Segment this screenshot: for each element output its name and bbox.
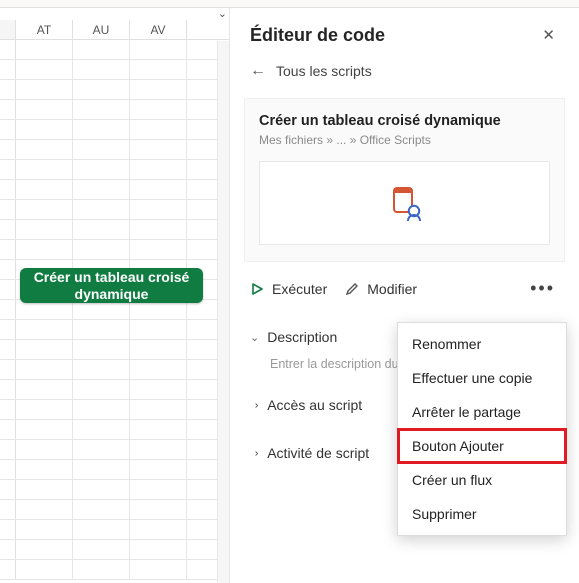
- grid-row[interactable]: [0, 100, 229, 120]
- grid-row[interactable]: [0, 60, 229, 80]
- button-label: Créer un tableau croisé dynamique: [28, 269, 195, 301]
- script-thumbnail: [259, 161, 550, 245]
- window-top-strip: [0, 0, 579, 8]
- menu-delete[interactable]: Supprimer: [398, 497, 566, 531]
- script-card: Créer un tableau croisé dynamique Mes fi…: [244, 98, 565, 262]
- more-options-button[interactable]: •••: [524, 276, 561, 301]
- select-all-corner[interactable]: [0, 20, 16, 39]
- grid-row[interactable]: [0, 320, 229, 340]
- chevron-down-icon: ⌄: [250, 331, 259, 344]
- close-icon[interactable]: ✕: [538, 22, 559, 48]
- section-label: Description: [267, 329, 337, 345]
- column-header[interactable]: AU: [73, 20, 130, 39]
- chevron-right-icon: ⌄: [248, 400, 261, 409]
- spreadsheet-area: ⌄ AT AU AV: [0, 8, 230, 583]
- grid-row[interactable]: [0, 120, 229, 140]
- script-title: Créer un tableau croisé dynamique: [259, 113, 550, 129]
- grid-row[interactable]: [0, 540, 229, 560]
- section-label: Activité de script: [267, 445, 369, 461]
- menu-create-flow[interactable]: Créer un flux: [398, 463, 566, 497]
- grid-row[interactable]: [0, 440, 229, 460]
- action-bar: Exécuter Modifier •••: [230, 262, 579, 313]
- grid-row[interactable]: [0, 480, 229, 500]
- grid-row[interactable]: [0, 80, 229, 100]
- pencil-icon: [345, 282, 359, 296]
- menu-make-copy[interactable]: Effectuer une copie: [398, 361, 566, 395]
- grid-row[interactable]: [0, 160, 229, 180]
- panel-title: Éditeur de code: [250, 25, 385, 46]
- grid-row[interactable]: [0, 520, 229, 540]
- menu-add-button[interactable]: Bouton Ajouter: [398, 429, 566, 463]
- grid-row[interactable]: [0, 220, 229, 240]
- column-header[interactable]: AT: [16, 20, 73, 39]
- section-label: Accès au script: [267, 397, 362, 413]
- grid-row[interactable]: [0, 240, 229, 260]
- run-script-sheet-button[interactable]: Créer un tableau croisé dynamique: [20, 268, 203, 303]
- grid-row[interactable]: [0, 380, 229, 400]
- breadcrumb: Mes fichiers » ... » Office Scripts: [259, 133, 550, 147]
- edit-button[interactable]: Modifier: [345, 281, 417, 297]
- back-label: Tous les scripts: [276, 63, 372, 79]
- grid-row[interactable]: [0, 460, 229, 480]
- panel-header: Éditeur de code ✕: [230, 8, 579, 58]
- grid-row[interactable]: [0, 400, 229, 420]
- menu-rename[interactable]: Renommer: [398, 327, 566, 361]
- menu-stop-sharing[interactable]: Arrêter le partage: [398, 395, 566, 429]
- grid-row[interactable]: [0, 300, 229, 320]
- run-label: Exécuter: [272, 281, 327, 297]
- grid-row[interactable]: [0, 560, 229, 580]
- grid-row[interactable]: [0, 200, 229, 220]
- grid-row[interactable]: [0, 140, 229, 160]
- grid-row[interactable]: [0, 420, 229, 440]
- grid-row[interactable]: [0, 180, 229, 200]
- play-icon: [250, 282, 264, 296]
- column-header-row: AT AU AV: [0, 20, 229, 40]
- script-person-icon: [385, 183, 425, 223]
- arrow-left-icon: ←: [250, 62, 266, 80]
- chevron-right-icon: ⌄: [248, 448, 261, 457]
- grid-row[interactable]: [0, 40, 229, 60]
- cell-grid[interactable]: [0, 40, 229, 580]
- ribbon-chevron-down-icon[interactable]: ⌄: [218, 6, 227, 20]
- edit-label: Modifier: [367, 281, 417, 297]
- grid-row[interactable]: [0, 360, 229, 380]
- back-to-scripts[interactable]: ← Tous les scripts: [230, 58, 579, 94]
- grid-row[interactable]: [0, 340, 229, 360]
- grid-row[interactable]: [0, 500, 229, 520]
- column-header[interactable]: AV: [130, 20, 187, 39]
- run-button[interactable]: Exécuter: [250, 281, 327, 297]
- more-options-menu: Renommer Effectuer une copie Arrêter le …: [397, 322, 567, 536]
- vertical-scrollbar[interactable]: [217, 41, 229, 583]
